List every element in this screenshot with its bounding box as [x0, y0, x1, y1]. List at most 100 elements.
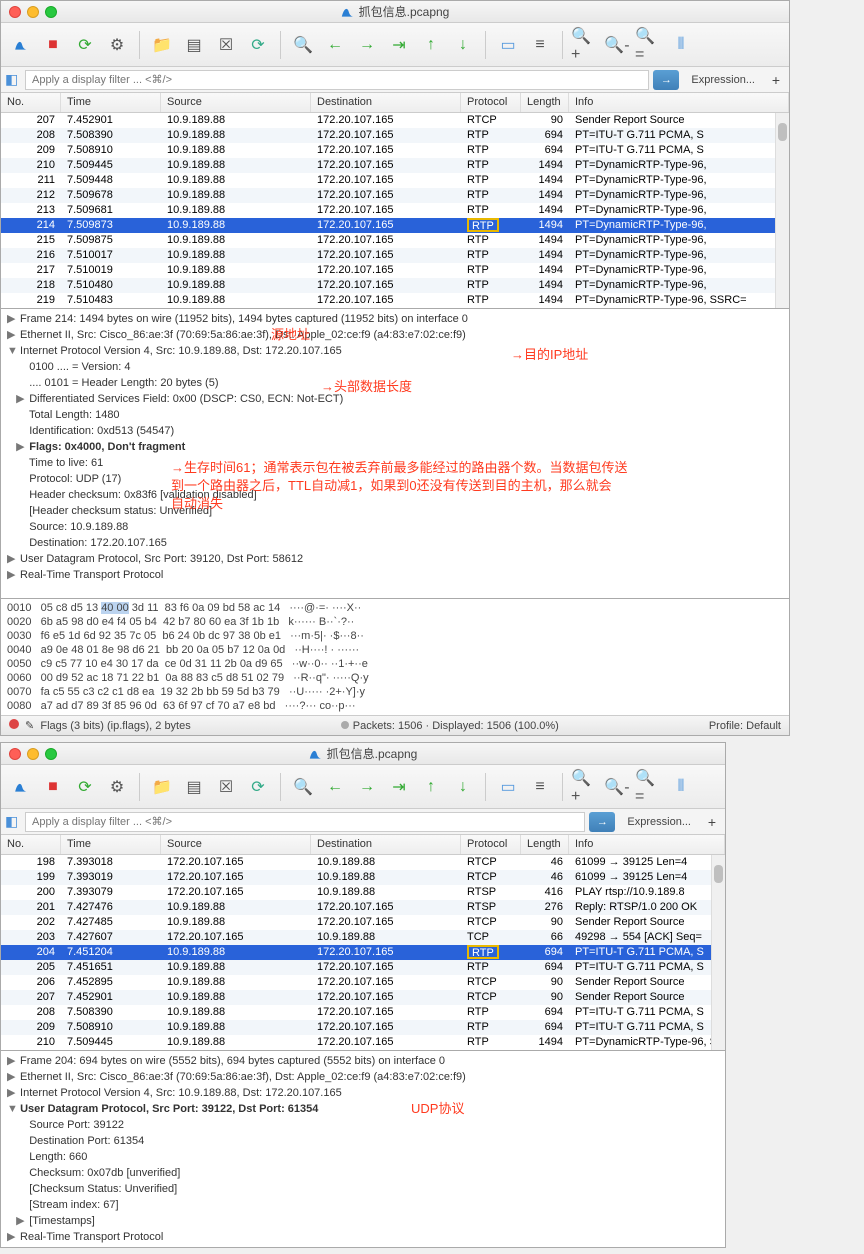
packet-row[interactable]: 2107.50944510.9.189.88172.20.107.165RTP1…	[1, 158, 789, 173]
up-button[interactable]: ↑	[417, 773, 445, 801]
packet-row[interactable]: 2037.427607172.20.107.16510.9.189.88TCP6…	[1, 930, 725, 945]
hex-pane[interactable]: 0010 05 c8 d5 13 40 00 3d 11 83 f6 0a 09…	[1, 598, 789, 715]
detail-line[interactable]: ▶ Internet Protocol Version 4, Src: 10.9…	[1, 1085, 725, 1101]
col-destination[interactable]: Destination	[311, 835, 461, 854]
detail-line[interactable]: 0100 .... = Version: 4	[1, 359, 789, 375]
hex-line[interactable]: 0060 00 d9 52 ac 18 71 22 b1 0a 88 83 c5…	[7, 671, 783, 685]
fin-button[interactable]	[7, 31, 35, 59]
options-button[interactable]: ⚙	[103, 773, 131, 801]
col-protocol[interactable]: Protocol	[461, 835, 521, 854]
scrollbar[interactable]	[711, 855, 725, 1050]
packet-details[interactable]: 源地址 →目的IP地址 →头部数据长度 →生存时间61；通常表示包在被丢弃前最多…	[1, 308, 789, 598]
hex-line[interactable]: 0020 6b a5 98 d0 e4 f4 05 b4 42 b7 80 60…	[7, 615, 783, 629]
find-button[interactable]: 🔍	[289, 773, 317, 801]
zoom-window-icon[interactable]	[45, 748, 57, 760]
packet-row[interactable]: 1987.393018172.20.107.16510.9.189.88RTCP…	[1, 855, 725, 870]
packet-row[interactable]: 1997.393019172.20.107.16510.9.189.88RTCP…	[1, 870, 725, 885]
detail-line[interactable]: Protocol: UDP (17)	[1, 471, 789, 487]
packet-row[interactable]: 2087.50839010.9.189.88172.20.107.165RTP6…	[1, 128, 789, 143]
detail-line[interactable]: Source Port: 39122	[1, 1117, 725, 1133]
save-button[interactable]: ▤	[180, 773, 208, 801]
packet-row[interactable]: 2147.50987310.9.189.88172.20.107.165RTP1…	[1, 218, 789, 233]
save-button[interactable]: ▤	[180, 31, 208, 59]
minimize-window-icon[interactable]	[27, 748, 39, 760]
packet-row[interactable]: 2107.50944510.9.189.88172.20.107.165RTP1…	[1, 1035, 725, 1050]
col-info[interactable]: Info	[569, 93, 789, 112]
open-button[interactable]: 📁	[148, 773, 176, 801]
col-source[interactable]: Source	[161, 835, 311, 854]
options-button[interactable]: ⚙	[103, 31, 131, 59]
packet-row[interactable]: 2067.45289510.9.189.88172.20.107.165RTCP…	[1, 975, 725, 990]
close-button[interactable]: ☒	[212, 773, 240, 801]
scroll-thumb[interactable]	[778, 123, 787, 141]
stop-button[interactable]: ■	[39, 773, 67, 801]
packet-row[interactable]: 2097.50891010.9.189.88172.20.107.165RTP6…	[1, 1020, 725, 1035]
display-filter-input[interactable]	[25, 70, 649, 90]
close-window-icon[interactable]	[9, 6, 21, 18]
detail-line[interactable]: ▶ Differentiated Services Field: 0x00 (D…	[1, 391, 789, 407]
detail-line[interactable]: [Stream index: 67]	[1, 1197, 725, 1213]
detail-line[interactable]: Time to live: 61	[1, 455, 789, 471]
reload-button[interactable]: ⟳	[244, 31, 272, 59]
packet-row[interactable]: 2047.45120410.9.189.88172.20.107.165RTP6…	[1, 945, 725, 960]
restart-button[interactable]: ⟳	[71, 31, 99, 59]
detail-line[interactable]: Checksum: 0x07db [unverified]	[1, 1165, 725, 1181]
packet-row[interactable]: 2137.50968110.9.189.88172.20.107.165RTP1…	[1, 203, 789, 218]
col-time[interactable]: Time	[61, 93, 161, 112]
jump-button[interactable]: ⇥	[385, 773, 413, 801]
expression-button[interactable]: Expression...	[683, 74, 763, 86]
packet-row[interactable]: 2177.51001910.9.189.88172.20.107.165RTP1…	[1, 263, 789, 278]
packet-row[interactable]: 2087.50839010.9.189.88172.20.107.165RTP6…	[1, 1005, 725, 1020]
add-filter-button[interactable]: +	[703, 814, 721, 830]
apply-filter-button[interactable]: →	[589, 812, 615, 832]
packet-row[interactable]: 2187.51048010.9.189.88172.20.107.165RTP1…	[1, 278, 789, 293]
prev-button[interactable]: ←	[321, 773, 349, 801]
packet-details[interactable]: UDP协议 ▶ Frame 204: 694 bytes on wire (55…	[1, 1050, 725, 1247]
packet-row[interactable]: 2077.45290110.9.189.88172.20.107.165RTCP…	[1, 990, 725, 1005]
stop-button[interactable]: ■	[39, 31, 67, 59]
up-button[interactable]: ↑	[417, 31, 445, 59]
detail-line[interactable]: Source: 10.9.189.88	[1, 519, 789, 535]
titlebar[interactable]: 抓包信息.pcapng	[1, 1, 789, 23]
prev-button[interactable]: ←	[321, 31, 349, 59]
stream-button[interactable]: ≡	[526, 773, 554, 801]
expert-indicator-icon[interactable]	[9, 719, 19, 729]
zout-button[interactable]: 🔍-	[603, 31, 631, 59]
packet-list[interactable]: 2077.45290110.9.189.88172.20.107.165RTCP…	[1, 113, 789, 308]
detail-line[interactable]: Length: 660	[1, 1149, 725, 1165]
detail-line[interactable]: ▶ User Datagram Protocol, Src Port: 3912…	[1, 551, 789, 567]
detail-line[interactable]: [Checksum Status: Unverified]	[1, 1181, 725, 1197]
detail-line[interactable]: ▶ Flags: 0x4000, Don't fragment	[1, 439, 789, 455]
zout-button[interactable]: 🔍-	[603, 773, 631, 801]
detail-line[interactable]: ▶ [Timestamps]	[1, 1213, 725, 1229]
detail-line[interactable]: ▶ Real-Time Transport Protocol	[1, 1229, 725, 1245]
display-filter-input[interactable]	[25, 812, 585, 832]
col-protocol[interactable]: Protocol	[461, 93, 521, 112]
add-filter-button[interactable]: +	[767, 72, 785, 88]
detail-line[interactable]: ▼ Internet Protocol Version 4, Src: 10.9…	[1, 343, 789, 359]
col-length[interactable]: Length	[521, 93, 569, 112]
detail-line[interactable]: ▶ Real-Time Transport Protocol	[1, 567, 789, 583]
detail-line[interactable]: ▶ Frame 204: 694 bytes on wire (5552 bit…	[1, 1053, 725, 1069]
packet-row[interactable]: 2017.42747610.9.189.88172.20.107.165RTSP…	[1, 900, 725, 915]
packet-row[interactable]: 2157.50987510.9.189.88172.20.107.165RTP1…	[1, 233, 789, 248]
find-button[interactable]: 🔍	[289, 31, 317, 59]
scroll-thumb[interactable]	[714, 865, 723, 883]
seg-button[interactable]: ▭	[494, 773, 522, 801]
cols-button[interactable]: ⫴	[667, 773, 695, 801]
detail-line[interactable]: ▶ Frame 214: 1494 bytes on wire (11952 b…	[1, 311, 789, 327]
hex-line[interactable]: 0080 a7 ad d7 89 3f 85 96 0d 63 6f 97 cf…	[7, 699, 783, 713]
stream-button[interactable]: ≡	[526, 31, 554, 59]
z1-button[interactable]: 🔍=	[635, 773, 663, 801]
hex-line[interactable]: 0050 c9 c5 77 10 e4 30 17 da ce 0d 31 11…	[7, 657, 783, 671]
titlebar[interactable]: 抓包信息.pcapng	[1, 743, 725, 765]
jump-button[interactable]: ⇥	[385, 31, 413, 59]
hex-line[interactable]: 0030 f6 e5 1d 6d 92 35 7c 05 b6 24 0b dc…	[7, 629, 783, 643]
detail-line[interactable]: Header checksum: 0x83f6 [validation disa…	[1, 487, 789, 503]
packet-row[interactable]: 2127.50967810.9.189.88172.20.107.165RTP1…	[1, 188, 789, 203]
detail-line[interactable]: Total Length: 1480	[1, 407, 789, 423]
next-button[interactable]: →	[353, 773, 381, 801]
next-button[interactable]: →	[353, 31, 381, 59]
bookmark-icon[interactable]: ◧	[5, 71, 21, 88]
close-button[interactable]: ☒	[212, 31, 240, 59]
